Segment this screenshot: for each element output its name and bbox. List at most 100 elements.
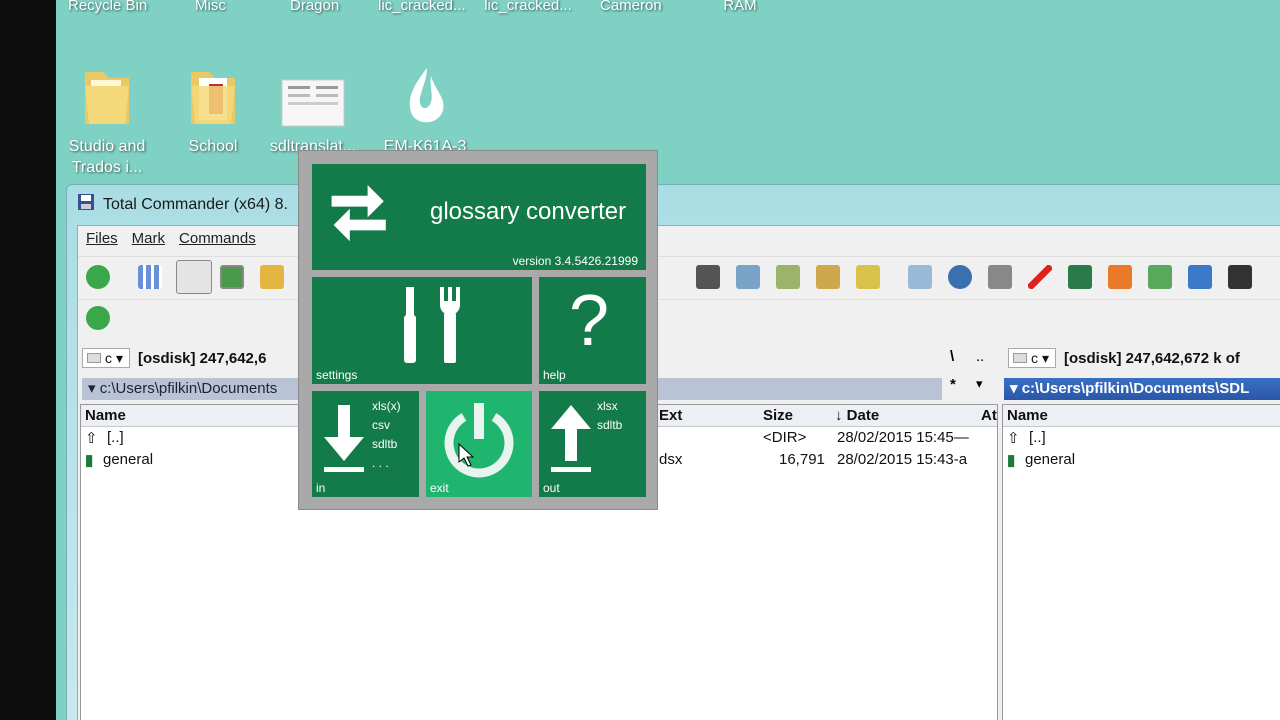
menu-bar: Files Mark Commands	[78, 226, 1280, 254]
window-title: Total Commander (x64) 8.	[77, 193, 288, 216]
desktop-icon-em-k61a[interactable]: EM-K61A-3	[370, 64, 480, 157]
drive-icon	[1013, 353, 1027, 363]
desktop-label-clear-ram[interactable]: Clear Unused RAM	[690, 0, 790, 16]
unpack-icon[interactable]	[856, 265, 880, 289]
sync-dirs-icon[interactable]	[776, 265, 800, 289]
thumbnail-view-icon[interactable]	[220, 265, 244, 289]
settings-label: settings	[316, 368, 358, 382]
history-chevron-icon[interactable]: ▾	[976, 376, 983, 392]
nav-star-button[interactable]: *	[950, 376, 956, 393]
right-column-headers: Name	[1003, 405, 1280, 427]
settings-tile[interactable]: settings	[312, 277, 532, 384]
in-formats: xls(x) csv sdltb . . .	[372, 399, 401, 470]
swap-arrows-icon	[328, 182, 394, 253]
export-out-tile[interactable]: xlsx sdltb out	[539, 391, 646, 497]
desktop-icon-label: Studio and Trados i...	[68, 138, 146, 176]
table-row[interactable]: ⇧ [..]	[1003, 427, 1280, 449]
desktop-label-no-lic-cracked[interactable]: no lic_cracked...	[482, 0, 574, 16]
in-label: in	[316, 481, 326, 495]
window-body: Files Mark Commands c ▾ [osdisk] 247,642…	[77, 225, 1280, 720]
nav-root-button[interactable]: \	[950, 348, 954, 365]
arrow-up-icon	[549, 403, 593, 478]
main-toolbar	[78, 256, 1280, 300]
secondary-toolbar	[78, 302, 1280, 336]
total-commander-window: Total Commander (x64) 8. Files Mark Comm…	[66, 184, 1280, 720]
database-icon[interactable]	[1188, 265, 1212, 289]
mouse-cursor-icon	[458, 442, 475, 472]
menu-mark[interactable]: Mark	[132, 230, 165, 250]
col-size[interactable]: Size	[763, 407, 793, 424]
table-row[interactable]: ▮ general	[1003, 449, 1280, 471]
glossary-converter-window: glossary converter version 3.4.5426.2199…	[298, 150, 658, 510]
glossary-converter-header-tile: glossary converter version 3.4.5426.2199…	[312, 164, 646, 270]
col-name[interactable]: Name	[85, 407, 126, 424]
folder-icon	[77, 64, 137, 130]
col-attr[interactable]: At	[981, 407, 997, 424]
document-icon	[280, 64, 346, 130]
desktop-icon-sdltranslat[interactable]: sdltranslat...	[258, 64, 368, 157]
help-label: help	[543, 368, 566, 382]
left-disk-info: [osdisk] 247,642,6	[138, 349, 267, 367]
desktop-label-cameron[interactable]: Cameron	[600, 0, 662, 16]
help-question-icon: ?	[569, 281, 610, 361]
binoculars-icon[interactable]	[696, 265, 720, 289]
import-in-tile[interactable]: xls(x) csv sdltb . . . in	[312, 391, 419, 497]
left-drive-row: c ▾ [osdisk] 247,642,6	[82, 348, 266, 368]
folder-icon	[183, 64, 243, 130]
chevron-down-icon: ▾	[1042, 349, 1050, 366]
help-tile[interactable]: ? help	[539, 277, 646, 384]
desktop-icon-label: School	[188, 138, 238, 155]
power-icon	[440, 399, 518, 484]
dragon-icon	[395, 64, 455, 130]
arrow-down-icon	[322, 403, 366, 478]
pack-icon[interactable]	[816, 265, 840, 289]
col-ext[interactable]: Ext	[659, 407, 682, 424]
menu-files[interactable]: Files	[86, 230, 118, 250]
multi-rename-icon[interactable]	[736, 265, 760, 289]
excel-icon[interactable]	[1068, 265, 1092, 289]
chevron-down-icon: ▾	[116, 349, 124, 366]
battery-icon[interactable]	[1228, 265, 1252, 289]
edit-icon[interactable]	[1028, 265, 1052, 289]
col-name[interactable]: Name	[1007, 407, 1048, 424]
floppy-icon	[77, 193, 95, 216]
up-folder-icon: ⇧	[85, 430, 98, 447]
brief-view-icon[interactable]	[138, 265, 162, 289]
app-version: version 3.4.5426.21999	[512, 254, 638, 268]
desktop-icon-school[interactable]: School	[158, 64, 268, 157]
app-title: glossary converter	[430, 198, 627, 225]
refresh-icon[interactable]	[86, 265, 110, 289]
desktop-label-lic-cracked[interactable]: lic_cracked...	[378, 0, 466, 16]
col-date[interactable]: ↓ Date	[835, 407, 879, 424]
right-drive-select[interactable]: c ▾	[1008, 348, 1056, 368]
detailed-view-icon[interactable]	[176, 260, 212, 294]
desktop-icon-studio-trados[interactable]: Studio and Trados i...	[52, 64, 162, 178]
right-drive-row: c ▾ [osdisk] 247,642,672 k of	[1008, 348, 1240, 368]
up-folder-icon: ⇧	[1007, 430, 1020, 447]
exit-tile[interactable]: exit	[426, 391, 532, 497]
left-drive-select[interactable]: c ▾	[82, 348, 130, 368]
excel-file-icon: ▮	[1007, 452, 1016, 469]
spreadsheet-icon[interactable]	[1148, 265, 1172, 289]
desktop-label-dragon[interactable]: Dragon	[290, 0, 339, 16]
nav-up-button[interactable]: ..	[976, 348, 984, 365]
right-disk-info: [osdisk] 247,642,672 k of	[1064, 349, 1240, 367]
right-file-panel: Name ⇧ [..] ▮ general	[1002, 404, 1280, 720]
drive-icon	[87, 353, 101, 363]
network-refresh-icon[interactable]	[86, 306, 110, 330]
notepad-icon[interactable]	[1108, 265, 1132, 289]
ftp-icon[interactable]	[948, 265, 972, 289]
desktop-label-misc[interactable]: Misc	[195, 0, 226, 16]
disconnect-icon[interactable]	[988, 265, 1012, 289]
tree-view-icon[interactable]	[260, 265, 284, 289]
new-window-icon[interactable]	[908, 265, 932, 289]
excel-file-icon: ▮	[85, 452, 94, 469]
right-path-bar[interactable]: ▾ c:\Users\pfilkin\Documents\SDL	[1004, 378, 1280, 400]
exit-label: exit	[430, 481, 449, 495]
out-label: out	[543, 481, 560, 495]
out-formats: xlsx sdltb	[597, 399, 623, 432]
tools-icon	[400, 285, 470, 370]
desktop-label-recycle-bin[interactable]: Recycle Bin	[68, 0, 147, 16]
left-black-strip	[0, 0, 56, 720]
menu-commands[interactable]: Commands	[179, 230, 256, 250]
